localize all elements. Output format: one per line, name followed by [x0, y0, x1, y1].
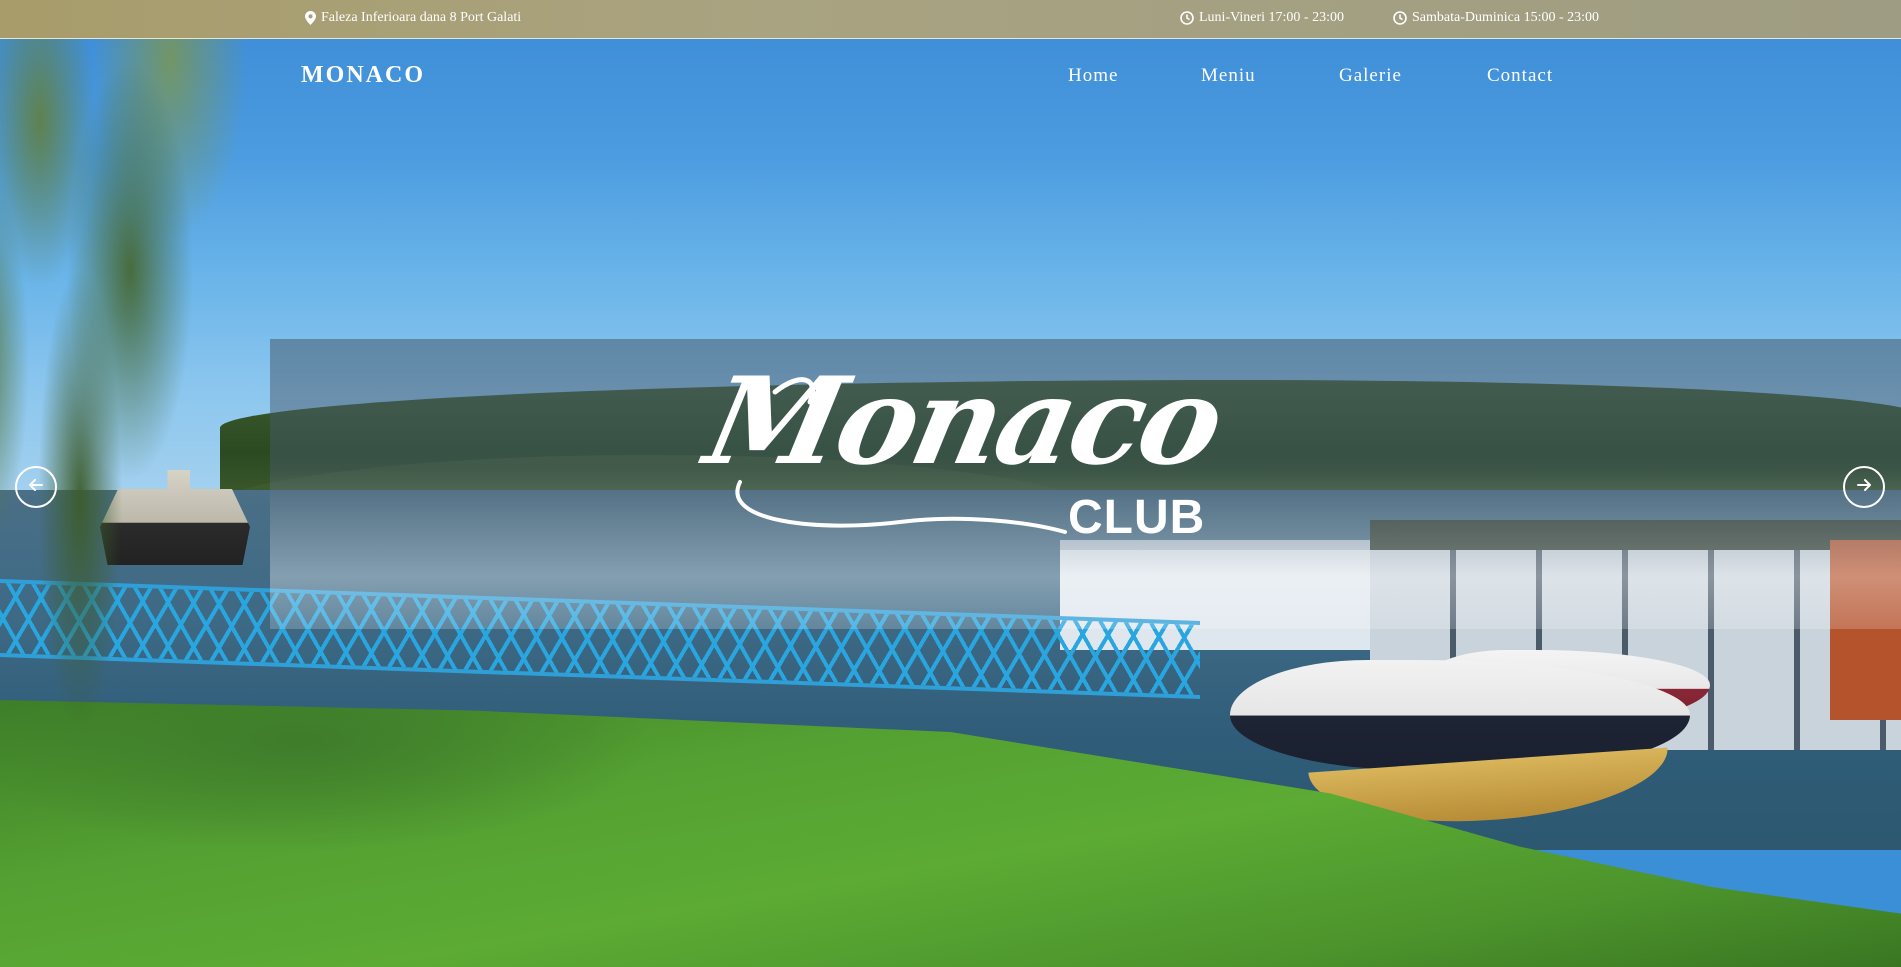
- weekend-hours: Sambata-Duminica 15:00 - 23:00: [1393, 10, 1599, 26]
- clock-icon: [1180, 11, 1194, 25]
- monaco-club-logo: Monaco CLUB: [695, 351, 1232, 552]
- nav-item-meniu[interactable]: Meniu: [1201, 65, 1256, 87]
- top-info-bar: Faleza Inferioara dana 8 Port Galati Lun…: [0, 0, 1901, 39]
- address-info: Faleza Inferioara dana 8 Port Galati: [305, 10, 521, 26]
- slider-prev-button[interactable]: [15, 466, 57, 508]
- logo-script-text: Monaco: [695, 351, 1233, 492]
- address-text: Faleza Inferioara dana 8 Port Galati: [321, 10, 522, 25]
- arrow-right-icon: [1857, 478, 1871, 496]
- logo-club-text: CLUB: [1068, 491, 1206, 544]
- arrow-left-icon: [29, 478, 43, 496]
- weekend-hours-text: Sambata-Duminica 15:00 - 23:00: [1412, 10, 1600, 25]
- map-marker-icon: [305, 11, 316, 25]
- nav-item-home[interactable]: Home: [1068, 65, 1118, 87]
- weekday-hours: Luni-Vineri 17:00 - 23:00: [1180, 10, 1344, 26]
- clock-icon: [1393, 11, 1407, 25]
- main-nav: Home Meniu Galerie Contact: [0, 65, 1901, 95]
- slider-next-button[interactable]: [1843, 466, 1885, 508]
- nav-item-galerie[interactable]: Galerie: [1339, 65, 1402, 87]
- nav-item-contact[interactable]: Contact: [1487, 65, 1553, 87]
- weekday-hours-text: Luni-Vineri 17:00 - 23:00: [1199, 10, 1344, 25]
